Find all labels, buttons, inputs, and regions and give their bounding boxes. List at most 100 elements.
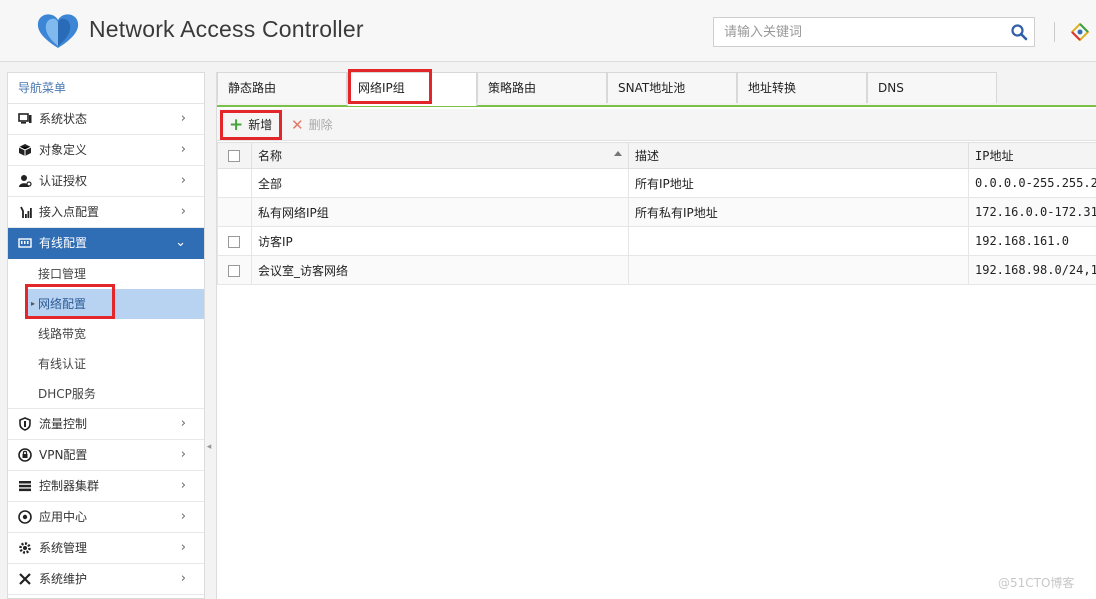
row-checkbox[interactable] xyxy=(228,235,240,248)
sidebar-item-system-mgmt[interactable]: 系统管理 › xyxy=(8,533,204,564)
chevron-right-icon: › xyxy=(180,111,186,126)
row-desc xyxy=(628,255,969,285)
app-globe-icon xyxy=(18,510,32,524)
tab-address-translation[interactable]: 地址转换 xyxy=(737,72,867,103)
sidebar-item-label: 流量控制 xyxy=(39,417,88,431)
row-name-link[interactable]: 会议室_访客网络 xyxy=(251,255,629,285)
select-all-checkbox[interactable] xyxy=(228,150,240,162)
row-name-link[interactable]: 访客IP xyxy=(251,226,629,256)
nav-sidebar: 导航菜单 系统状态 › 对象定义 › 认证授权 › 接入点配置 › 有线配置 ⌄… xyxy=(7,72,205,599)
ip-group-table: 名称 描述 IP地址 全部 所有IP地址 0.0.0.0-255.255.255… xyxy=(217,142,1096,285)
sidebar-item-label: 对象定义 xyxy=(39,143,88,157)
search-box[interactable] xyxy=(713,17,1035,47)
sidebar-item-controller-cluster[interactable]: 控制器集群 › xyxy=(8,471,204,502)
header-divider xyxy=(1054,22,1055,42)
plus-icon: + xyxy=(229,115,244,135)
cube-icon xyxy=(18,144,32,156)
delete-button-label: 删除 xyxy=(308,118,333,132)
column-header-desc[interactable]: 描述 xyxy=(628,142,969,169)
x-icon: ✕ xyxy=(291,116,304,134)
add-button[interactable]: + 新增 xyxy=(229,109,272,141)
tab-bar: 静态路由 网络IP组 策略路由 SNAT地址池 地址转换 DNS xyxy=(217,72,1096,107)
row-select-cell xyxy=(217,226,252,256)
delete-button[interactable]: ✕ 删除 xyxy=(291,109,333,141)
monitor-icon xyxy=(18,113,32,124)
tab-policy-route[interactable]: 策略路由 xyxy=(477,72,607,103)
select-all-cell xyxy=(217,142,252,169)
sidebar-item-label: 认证授权 xyxy=(39,174,88,188)
row-select-cell xyxy=(217,168,252,198)
table-row[interactable]: 全部 所有IP地址 0.0.0.0-255.255.255.255 xyxy=(217,168,1096,198)
antenna-icon xyxy=(20,206,32,218)
sidebar-subitem-label: 网络配置 xyxy=(38,297,87,311)
chevron-right-icon: › xyxy=(180,416,186,431)
table-header-row: 名称 描述 IP地址 xyxy=(217,142,1096,169)
tab-network-ip-group[interactable]: 网络IP组 xyxy=(347,72,477,106)
column-header-name[interactable]: 名称 xyxy=(251,142,629,169)
row-name: 全部 xyxy=(251,168,629,198)
chevron-right-icon: › xyxy=(180,478,186,493)
sidebar-item-label: 控制器集群 xyxy=(39,479,100,493)
row-ip: 192.168.161.0 xyxy=(968,226,1096,256)
sidebar-item-app-center[interactable]: 应用中心 › xyxy=(8,502,204,533)
row-name: 私有网络IP组 xyxy=(251,197,629,227)
row-checkbox[interactable] xyxy=(228,264,240,277)
chevron-right-icon: › xyxy=(180,571,186,586)
search-input[interactable] xyxy=(714,18,994,46)
sidebar-item-label: 接入点配置 xyxy=(39,205,100,219)
sidebar-item-object-definition[interactable]: 对象定义 › xyxy=(8,135,204,166)
sidebar-item-label: 系统状态 xyxy=(39,112,88,126)
table-row[interactable]: 访客IP 192.168.161.0 xyxy=(217,226,1096,256)
row-ip: 192.168.98.0/24,192.168 xyxy=(968,255,1096,285)
wired-network-icon xyxy=(18,238,32,248)
sidebar-item-wired-config[interactable]: 有线配置 ⌄ xyxy=(8,228,204,259)
add-button-label: 新增 xyxy=(248,118,273,132)
shield-icon xyxy=(19,417,31,431)
sidebar-item-label: VPN配置 xyxy=(39,448,88,462)
row-desc xyxy=(628,226,969,256)
chevron-down-icon: ⌄ xyxy=(175,235,186,250)
main-panel: 静态路由 网络IP组 策略路由 SNAT地址池 地址转换 DNS + 新增 ✕ 删除… xyxy=(216,72,1096,599)
row-select-cell xyxy=(217,197,252,227)
sidebar-subitem-wired-auth[interactable]: 有线认证 xyxy=(8,349,204,379)
selected-marker-icon: ▸ xyxy=(31,299,36,308)
watermark: @51CTO博客 xyxy=(998,576,1075,590)
sidebar-subitem-interface-mgmt[interactable]: 接口管理 xyxy=(8,259,204,289)
user-key-icon xyxy=(19,175,32,187)
sort-asc-icon[interactable] xyxy=(614,151,622,156)
sidebar-item-label: 系统管理 xyxy=(39,541,88,555)
sidebar-subitem-line-bandwidth[interactable]: 线路带宽 xyxy=(8,319,204,349)
server-icon xyxy=(19,481,31,492)
app-title: Network Access Controller xyxy=(89,16,364,42)
column-header-ip[interactable]: IP地址 xyxy=(968,142,1096,169)
column-header-label: 名称 xyxy=(258,149,283,163)
sidebar-subitem-network-config[interactable]: ▸ 网络配置 xyxy=(26,289,204,319)
sidebar-item-label: 应用中心 xyxy=(39,510,88,524)
tab-static-route[interactable]: 静态路由 xyxy=(217,72,347,103)
tab-snat-pool[interactable]: SNAT地址池 xyxy=(607,72,737,103)
sidebar-item-vpn[interactable]: VPN配置 › xyxy=(8,440,204,471)
row-ip: 172.16.0.0-172.31.255.255 xyxy=(968,197,1096,227)
chevron-right-icon: › xyxy=(180,173,186,188)
chevron-right-icon: › xyxy=(180,540,186,555)
table-row[interactable]: 会议室_访客网络 192.168.98.0/24,192.168 xyxy=(217,255,1096,285)
sidebar-item-system-status[interactable]: 系统状态 › xyxy=(8,104,204,135)
table-row[interactable]: 私有网络IP组 所有私有IP地址 172.16.0.0-172.31.255.2… xyxy=(217,197,1096,227)
row-select-cell xyxy=(217,255,252,285)
color-wheel-icon[interactable] xyxy=(1071,23,1089,41)
sidebar-collapse-handle[interactable]: ◂ xyxy=(205,432,213,462)
sidebar-title: 导航菜单 xyxy=(8,73,204,104)
chevron-right-icon: › xyxy=(180,509,186,524)
sidebar-item-system-maint[interactable]: 系统维护 › xyxy=(8,564,204,595)
tab-dns[interactable]: DNS xyxy=(867,72,997,103)
row-desc: 所有IP地址 xyxy=(628,168,969,198)
sidebar-item-auth[interactable]: 认证授权 › xyxy=(8,166,204,197)
sidebar-item-access-point[interactable]: 接入点配置 › xyxy=(8,197,204,228)
sidebar-item-traffic-control[interactable]: 流量控制 › xyxy=(8,409,204,440)
search-icon[interactable] xyxy=(1010,23,1028,41)
sidebar-subitem-dhcp[interactable]: DHCP服务 xyxy=(8,379,204,409)
row-desc: 所有私有IP地址 xyxy=(628,197,969,227)
chevron-right-icon: › xyxy=(180,204,186,219)
tools-icon xyxy=(19,573,31,585)
app-header: Network Access Controller xyxy=(0,0,1096,62)
